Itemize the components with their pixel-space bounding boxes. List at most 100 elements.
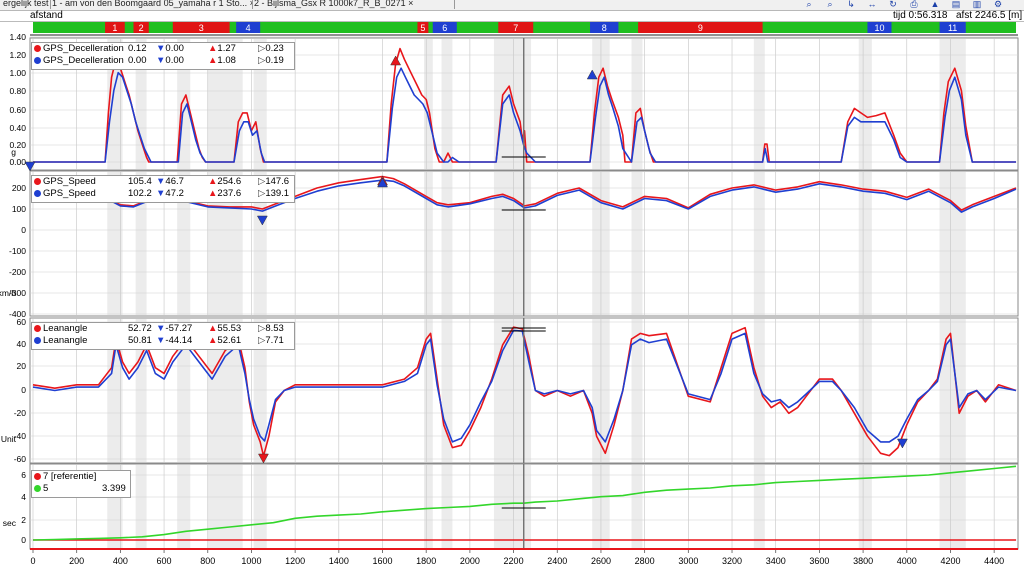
segment-label-9: 9 <box>698 23 703 33</box>
legend-avg-value: ▷7.71 <box>258 335 284 347</box>
legend-min-text: -44.14 <box>165 335 193 346</box>
legend-min-value: ▼-44.14 <box>156 335 192 347</box>
legend-current-value: 50.81 <box>128 335 152 346</box>
segment-label-1: 1 <box>112 23 117 33</box>
corner-shade <box>441 465 453 548</box>
y-tick-label: 0.40 <box>9 123 26 133</box>
legend-series-name: 7 [referentie] <box>34 471 96 483</box>
series-color-dot <box>34 190 41 197</box>
y-tick-label: 40 <box>17 339 27 349</box>
corner-shade <box>858 39 872 169</box>
x-tick-label: 1600 <box>372 556 392 566</box>
series-color-dot <box>34 45 41 52</box>
legend-max-value: ▲55.53 <box>208 323 241 335</box>
max-marker-icon: ▲ <box>208 188 218 199</box>
y-tick-label: 200 <box>12 183 26 193</box>
corner-shade <box>753 39 765 169</box>
segment-label-10: 10 <box>874 23 884 33</box>
legend-min-value: ▼47.2 <box>156 188 184 200</box>
legend-min-value: ▼-57.27 <box>156 323 192 335</box>
corner-shade <box>441 172 453 315</box>
x-tick-label: 0 <box>30 556 35 566</box>
y-tick-label: -20 <box>14 408 27 418</box>
y-tick-label: 0.80 <box>9 86 26 96</box>
segment-label-2: 2 <box>139 23 144 33</box>
max-marker-icon: ▲ <box>208 43 218 54</box>
min-marker-icon: ▼ <box>156 323 166 334</box>
legend-current-value: 0.12 <box>128 43 147 54</box>
x-tick-label: 2000 <box>460 556 480 566</box>
legend-avg-value: ▷0.19 <box>258 55 284 67</box>
legend-row[interactable]: Leanangle 52.72 ▼-57.27 ▲55.53 ▷8.53 <box>32 323 294 335</box>
legend-name-text: 7 [referentie] <box>43 471 97 482</box>
corner-shade <box>424 39 433 169</box>
legend-min-text: 47.2 <box>165 188 184 199</box>
y-tick-label: 1.20 <box>9 50 26 60</box>
legend-min-text: 0.00 <box>165 55 184 66</box>
legend-min-text: 0.00 <box>165 43 184 54</box>
y-tick-label: 6 <box>21 470 26 480</box>
corner-shade <box>753 172 765 315</box>
legend-name-text: GPS_Decelleration <box>43 55 124 66</box>
corner-shade <box>177 465 191 548</box>
corner-shade <box>753 319 765 462</box>
series-color-dot <box>34 473 41 480</box>
legend-avg-text: 7.71 <box>265 335 284 346</box>
x-tick-label: 1200 <box>285 556 305 566</box>
legend-series-name: GPS_Speed <box>34 188 96 200</box>
max-marker-icon: ▲ <box>208 176 218 187</box>
series-color-dot <box>34 57 41 64</box>
max-marker-icon: ▲ <box>208 55 218 66</box>
x-tick-label: 3800 <box>853 556 873 566</box>
x-tick-label: 4000 <box>897 556 917 566</box>
legend-avg-text: 0.23 <box>265 43 284 54</box>
legend-name-text: GPS_Decelleration <box>43 43 124 54</box>
telemetry-chart[interactable]: 1 2 3 4 5 6 7 8 9 10 110.000.200.400.600.801.001.2… <box>0 0 1024 572</box>
legend-row[interactable]: Leanangle 50.81 ▼-44.14 ▲52.61 ▷7.71 <box>32 335 294 347</box>
segment-label-7: 7 <box>513 23 518 33</box>
x-tick-label: 2600 <box>591 556 611 566</box>
legend-name-text: Leanangle <box>43 335 88 346</box>
legend-series-name: Leanangle <box>34 323 87 335</box>
legend-row[interactable]: GPS_Speed 102.2 ▼47.2 ▲237.6 ▷139.1 <box>32 188 294 200</box>
y-tick-label: 0 <box>21 225 26 235</box>
legend-avg-text: 147.6 <box>265 176 290 187</box>
x-tick-label: 3000 <box>678 556 698 566</box>
y-tick-label: -60 <box>14 454 27 464</box>
legend-max-value: ▲52.61 <box>208 335 241 347</box>
corner-shade <box>939 172 966 315</box>
legend-max-value: ▲237.6 <box>208 188 241 200</box>
y-tick-label: 2 <box>21 515 26 525</box>
x-tick-label: 4400 <box>984 556 1004 566</box>
x-tick-label: 2400 <box>547 556 567 566</box>
legend-avg-text: 8.53 <box>265 323 284 334</box>
legend-max-value: ▲1.08 <box>208 55 236 67</box>
legend-row[interactable]: 5 3.399 <box>32 483 130 495</box>
legend-min-value: ▼0.00 <box>156 43 184 55</box>
legend-row[interactable]: 7 [referentie] <box>32 471 130 483</box>
y-tick-label: 20 <box>17 361 27 371</box>
y-axis-label: sec <box>3 518 17 528</box>
x-tick-label: 3400 <box>766 556 786 566</box>
min-marker-icon: ▼ <box>156 176 166 187</box>
y-tick-label: 0.00 <box>9 157 26 167</box>
corner-shade <box>493 465 532 548</box>
x-tick-label: 4200 <box>940 556 960 566</box>
x-tick-label: 600 <box>157 556 172 566</box>
legend-name-text: GPS_Speed <box>43 188 96 199</box>
legend-max-value: ▲254.6 <box>208 176 241 188</box>
segment-label-8: 8 <box>602 23 607 33</box>
legend-current-value: 3.399 <box>102 483 126 494</box>
y-tick-label: 1.40 <box>9 32 26 42</box>
corner-shade <box>441 319 453 462</box>
corner-shade <box>939 319 966 462</box>
y-tick-label: 4 <box>21 492 26 502</box>
y-tick-label: -200 <box>9 267 26 277</box>
legend-series-name: 5 <box>34 483 48 495</box>
segment-strip: 1 2 3 4 5 6 7 8 9 10 11 <box>30 22 1018 36</box>
series-color-dot <box>34 178 41 185</box>
corner-shade <box>631 465 643 548</box>
legend-row[interactable]: GPS_Decelleration 0.12 ▼0.00 ▲1.27 ▷0.23 <box>32 43 294 55</box>
legend-row[interactable]: GPS_Decelleration 0.00 ▼0.00 ▲1.08 ▷0.19 <box>32 55 294 67</box>
legend-row[interactable]: GPS_Speed 105.4 ▼46.7 ▲254.6 ▷147.6 <box>32 176 294 188</box>
